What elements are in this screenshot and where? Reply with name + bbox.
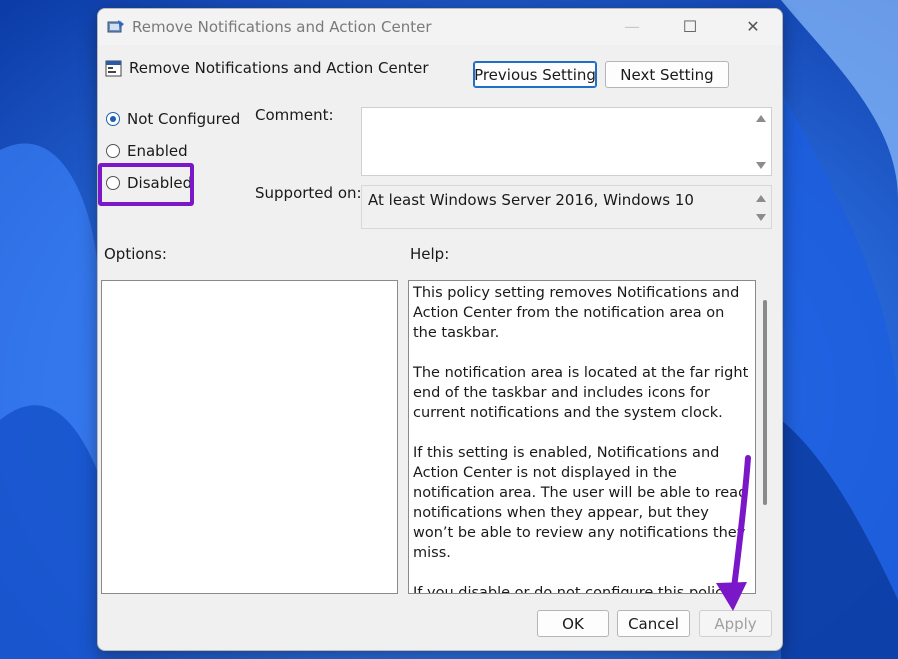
supported-on-label: Supported on: (255, 184, 362, 202)
help-paragraph: If this setting is enabled, Notification… (413, 445, 748, 561)
policy-name: Remove Notifications and Action Center (129, 59, 429, 77)
supported-on-field: At least Windows Server 2016, Windows 10 (361, 185, 772, 229)
help-panel[interactable]: This policy setting removes Notification… (408, 280, 756, 594)
close-button[interactable]: ✕ (724, 9, 782, 45)
radio-button[interactable] (106, 144, 120, 158)
minimize-icon: — (624, 17, 640, 36)
policy-app-icon (107, 20, 124, 33)
next-setting-button[interactable]: Next Setting (605, 61, 729, 88)
radio-button-selected[interactable] (106, 112, 120, 126)
ok-button[interactable]: OK (537, 610, 609, 637)
maximize-button[interactable]: ☐ (661, 9, 719, 45)
help-label: Help: (410, 245, 450, 263)
scroll-down-icon[interactable] (756, 162, 766, 169)
previous-setting-button[interactable]: Previous Setting (473, 61, 597, 88)
disabled-highlight-annotation (98, 163, 194, 206)
comment-label: Comment: (255, 106, 334, 124)
options-label: Options: (104, 245, 167, 263)
maximize-icon: ☐ (682, 17, 698, 36)
close-icon: ✕ (746, 17, 760, 36)
help-paragraph: This policy setting removes Notification… (413, 285, 740, 341)
radio-label-not-configured: Not Configured (127, 110, 241, 128)
window-title: Remove Notifications and Action Center (132, 18, 432, 36)
scroll-down-icon[interactable] (756, 214, 766, 221)
help-paragraph: The notification area is located at the … (413, 365, 749, 421)
supported-on-value: At least Windows Server 2016, Windows 10 (368, 191, 694, 209)
scroll-up-icon[interactable] (756, 195, 766, 202)
help-paragraph: If you disable or do not configure this … (413, 585, 732, 594)
scroll-up-icon[interactable] (756, 115, 766, 122)
radio-label-enabled: Enabled (127, 142, 188, 160)
title-bar[interactable]: Remove Notifications and Action Center —… (98, 9, 782, 45)
options-panel (101, 280, 398, 594)
help-scrollbar-thumb[interactable] (763, 300, 767, 505)
help-text: This policy setting removes Notification… (413, 283, 751, 594)
minimize-button[interactable]: — (603, 9, 661, 45)
radio-enabled[interactable]: Enabled (106, 140, 188, 162)
radio-not-configured[interactable]: Not Configured (106, 108, 240, 130)
cancel-button[interactable]: Cancel (617, 610, 690, 637)
group-policy-dialog: Remove Notifications and Action Center —… (97, 8, 783, 651)
policy-setting-icon (105, 60, 122, 77)
apply-button[interactable]: Apply (699, 610, 772, 637)
comment-field[interactable] (361, 107, 772, 176)
